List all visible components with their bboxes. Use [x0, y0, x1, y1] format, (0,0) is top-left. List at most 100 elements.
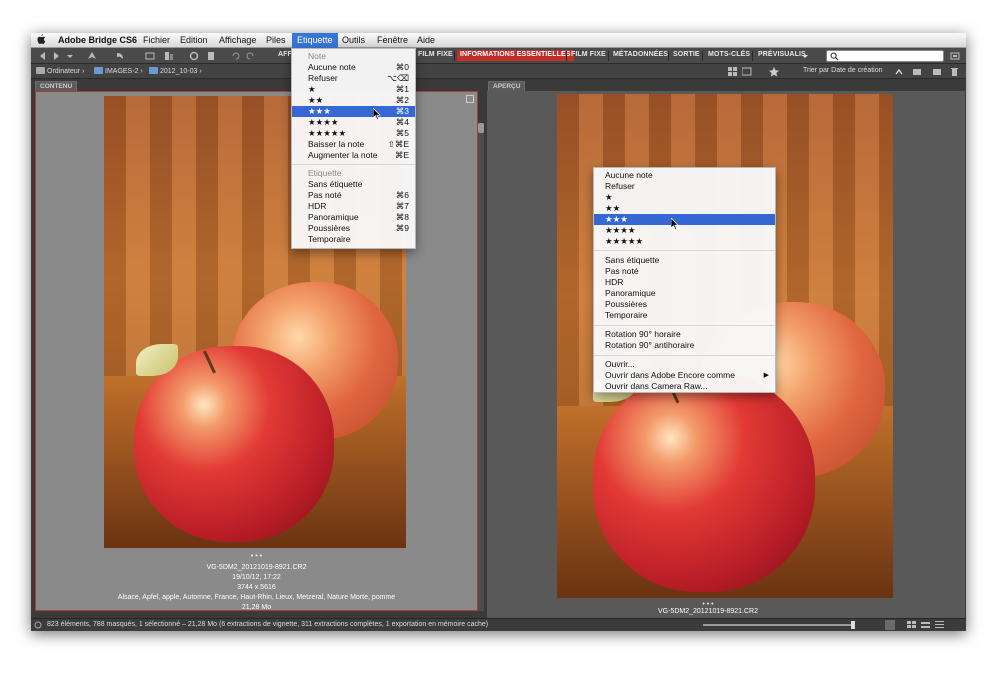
ctx-item-rotation-horaire[interactable]: Rotation 90° horaire — [594, 329, 775, 340]
menu-item-5-stars[interactable]: ★★★★★ ⌘5 — [292, 128, 415, 139]
back-icon[interactable] — [38, 51, 48, 61]
thumbnail-filename: VG-5DM2_20121019-8921.CR2 — [206, 564, 307, 571]
grid-lock-icon[interactable] — [885, 620, 895, 630]
computer-icon — [36, 67, 45, 74]
ctx-item-ouvrir-encore[interactable]: Ouvrir dans Adobe Encore comme ▶ — [594, 370, 775, 381]
menu-item-baisser-la-note[interactable]: Baisser la note ⇧⌘E — [292, 139, 415, 150]
list-view-icon[interactable] — [935, 621, 945, 631]
workspace-film-fixe-2[interactable]: FILM FIXE — [571, 51, 606, 58]
workspace-aff[interactable]: AFF — [278, 51, 292, 58]
breadcrumb-images-2[interactable]: IMAGES-2 › — [94, 67, 143, 75]
view-options-icon[interactable] — [742, 67, 752, 77]
compact-mode-icon[interactable] — [950, 51, 960, 61]
new-folder-icon[interactable] — [933, 67, 943, 77]
menu-item-temporaire[interactable]: Temporaire — [292, 234, 415, 245]
thumbnail-view-icon[interactable] — [907, 621, 917, 631]
menu-header-etiquette: Etiquette — [308, 168, 342, 178]
ctx-item-sans-etiquette[interactable]: Sans étiquette — [594, 255, 775, 266]
workspace-divider — [702, 51, 703, 61]
menu-item-hdr[interactable]: HDR ⌘7 — [292, 201, 415, 212]
expand-icon[interactable] — [466, 95, 476, 105]
menu-item-aucune-note[interactable]: Aucune note ⌘0 — [292, 62, 415, 73]
refine-icon[interactable] — [164, 51, 174, 61]
grid-view-icon[interactable] — [728, 67, 738, 77]
ctx-item-poussieres[interactable]: Poussières — [594, 299, 775, 310]
ctx-item-refuser[interactable]: Refuser — [594, 181, 775, 192]
menu-item-pas-note[interactable]: Pas noté ⌘6 — [292, 190, 415, 201]
ctx-item-4-stars[interactable]: ★★★★ — [594, 225, 775, 236]
menu-item-augmenter-la-note[interactable]: Augmenter la note ⌘E — [292, 150, 415, 161]
menu-item-2-stars[interactable]: ★★ ⌘2 — [292, 95, 415, 106]
menu-item-panoramique[interactable]: Panoramique ⌘8 — [292, 212, 415, 223]
menu-fenetre[interactable]: Fenêtre — [377, 35, 408, 45]
sort-ascending-icon[interactable] — [894, 67, 904, 77]
workspace-mots-cles[interactable]: MOTS-CLÉS — [708, 51, 750, 58]
ctx-item-panoramique[interactable]: Panoramique — [594, 288, 775, 299]
slider-knob[interactable] — [851, 621, 855, 629]
details-view-icon[interactable] — [921, 621, 931, 631]
menu-item-poussieres[interactable]: Poussières ⌘9 — [292, 223, 415, 234]
search-input[interactable] — [826, 50, 944, 62]
ctx-item-ouvrir-camera-raw[interactable]: Ouvrir dans Camera Raw... — [594, 381, 775, 392]
get-photos-icon[interactable] — [145, 51, 155, 61]
workspace-film-fixe[interactable]: FILM FIXE — [418, 51, 453, 58]
breadcrumb-ordinateur[interactable]: Ordinateur › — [36, 67, 84, 75]
workspace-previsualis[interactable]: PRÉVISUALIS — [758, 51, 806, 58]
sort-dropdown[interactable]: Trier par Date de création — [803, 67, 883, 74]
menu-etiquette[interactable]: Etiquette — [292, 33, 338, 48]
tab-apercu[interactable]: APERÇU — [488, 81, 526, 91]
scrollbar-thumb[interactable] — [478, 123, 484, 133]
apple-icon[interactable] — [37, 34, 46, 45]
menu-item-3-stars[interactable]: ★★★ ⌘3 — [292, 106, 415, 117]
menu-fichier[interactable]: Fichier — [143, 35, 170, 45]
boomerang-icon[interactable] — [87, 51, 97, 61]
ctx-item-3-stars[interactable]: ★★★ — [594, 214, 775, 225]
workspace-sortie[interactable]: SORTIE — [673, 51, 700, 58]
thumbnail-rating[interactable]: • • • — [36, 553, 477, 560]
menu-affichage[interactable]: Affichage — [219, 35, 256, 45]
tab-contenu[interactable]: CONTENU — [35, 81, 78, 91]
preview-rating[interactable]: • • • — [469, 601, 947, 608]
ctx-item-ouvrir[interactable]: Ouvrir... — [594, 359, 775, 370]
thumbnail-keywords: Alsace, Apfel, apple, Automne, France, H… — [117, 594, 396, 601]
rotate-right-icon[interactable] — [245, 51, 255, 61]
workspace-informations-essentielles[interactable]: INFORMATIONS ESSENTIELLES — [457, 50, 574, 61]
lock-icon[interactable] — [34, 621, 44, 631]
menu-item-4-stars[interactable]: ★★★★ ⌘4 — [292, 117, 415, 128]
menu-item-1-star[interactable]: ★ ⌘1 — [292, 84, 415, 95]
rotate-left-icon[interactable] — [231, 51, 241, 61]
ctx-item-rotation-antihoraire[interactable]: Rotation 90° antihoraire — [594, 340, 775, 351]
open-with-icon[interactable] — [207, 51, 217, 61]
ctx-item-2-stars[interactable]: ★★ — [594, 203, 775, 214]
workspace-metadonnees[interactable]: MÉTADONNÉES — [613, 51, 668, 58]
menu-edition[interactable]: Edition — [180, 35, 208, 45]
star-filter-icon[interactable] — [769, 67, 779, 77]
menu-outils[interactable]: Outils — [342, 35, 365, 45]
ctx-item-hdr[interactable]: HDR — [594, 277, 775, 288]
rotate-icon[interactable] — [189, 51, 199, 61]
menu-aide[interactable]: Aide — [417, 35, 435, 45]
ctx-item-pas-note[interactable]: Pas noté — [594, 266, 775, 277]
menu-item-sans-etiquette[interactable]: Sans étiquette — [292, 179, 415, 190]
workspace-chevron-down-icon[interactable] — [800, 51, 810, 61]
chevron-down-icon[interactable] — [65, 51, 75, 61]
workspace-divider — [668, 51, 669, 61]
menu-app-name[interactable]: Adobe Bridge CS6 — [58, 35, 137, 45]
ctx-item-aucune-note[interactable]: Aucune note — [594, 170, 775, 181]
path-bar: Ordinateur › IMAGES-2 › 2012_10-03 › Tri… — [31, 64, 966, 79]
ctx-item-temporaire[interactable]: Temporaire — [594, 310, 775, 321]
menu-piles[interactable]: Piles — [266, 35, 286, 45]
content-scrollbar[interactable] — [478, 123, 484, 611]
status-bar: 823 éléments, 788 masqués, 1 sélectionné… — [31, 618, 966, 631]
breadcrumb-2012-10-03[interactable]: 2012_10-03 › — [149, 67, 202, 75]
camera-icon[interactable] — [115, 51, 125, 61]
thumbnail-size-slider[interactable] — [703, 621, 855, 629]
menu-item-refuser[interactable]: Refuser ⌥⌫ — [292, 73, 415, 84]
front-apple — [134, 346, 334, 542]
forward-icon[interactable] — [51, 51, 61, 61]
open-recent-icon[interactable] — [913, 67, 923, 77]
trash-icon[interactable] — [950, 67, 960, 77]
ctx-item-1-star[interactable]: ★ — [594, 192, 775, 203]
ctx-item-5-stars[interactable]: ★★★★★ — [594, 236, 775, 247]
submenu-arrow-icon: ▶ — [763, 372, 769, 379]
